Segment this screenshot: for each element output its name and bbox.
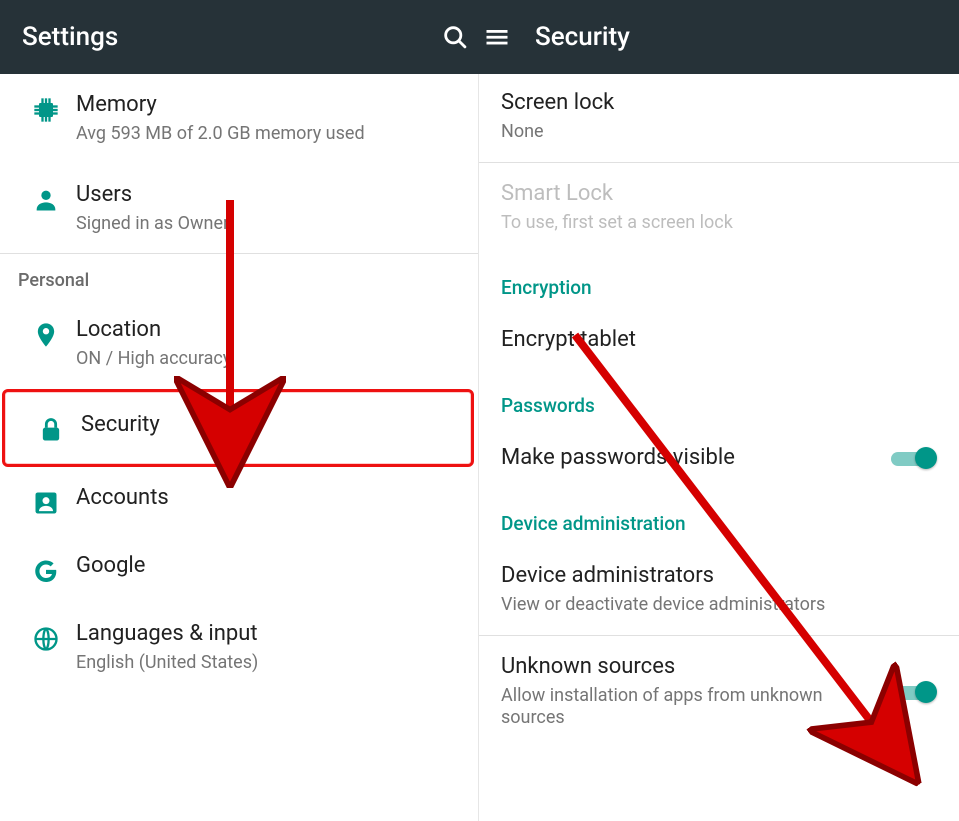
item-subtitle: Avg 593 MB of 2.0 GB memory used bbox=[76, 123, 365, 146]
security-item-unknown-sources[interactable]: Unknown sources Allow installation of ap… bbox=[479, 636, 959, 748]
item-title: Make passwords visible bbox=[501, 445, 939, 470]
appbar-title-security: Security bbox=[535, 22, 630, 52]
item-subtitle: To use, first set a screen lock bbox=[501, 212, 939, 235]
item-title: Languages & input bbox=[76, 621, 258, 646]
security-pane: Screen lock None Smart Lock To use, firs… bbox=[479, 74, 959, 821]
item-subtitle: ON / High accuracy bbox=[76, 348, 231, 371]
item-title: Screen lock bbox=[501, 90, 939, 115]
item-title: Encrypt tablet bbox=[501, 327, 939, 352]
user-icon bbox=[20, 182, 72, 214]
section-header-personal: Personal bbox=[0, 254, 478, 299]
item-title: Memory bbox=[76, 92, 365, 117]
appbar: Settings Security bbox=[0, 0, 959, 74]
item-title: Users bbox=[76, 182, 229, 207]
item-title: Accounts bbox=[76, 485, 169, 510]
toggle-make-passwords-visible[interactable] bbox=[891, 447, 935, 469]
toggle-unknown-sources[interactable] bbox=[891, 681, 935, 703]
appbar-title-settings: Settings bbox=[22, 22, 118, 52]
settings-item-location[interactable]: Location ON / High accuracy bbox=[0, 299, 478, 389]
settings-item-languages[interactable]: Languages & input English (United States… bbox=[0, 603, 478, 693]
section-header-device-administration: Device administration bbox=[479, 488, 959, 545]
item-subtitle: Allow installation of apps from unknown … bbox=[501, 685, 831, 730]
search-icon[interactable] bbox=[441, 23, 469, 51]
settings-item-security[interactable]: Security bbox=[5, 392, 471, 464]
hamburger-icon[interactable] bbox=[483, 23, 511, 51]
settings-item-users[interactable]: Users Signed in as Owner bbox=[0, 164, 478, 254]
memory-icon bbox=[20, 92, 72, 124]
item-subtitle: English (United States) bbox=[76, 652, 258, 675]
annotation-highlight-security: Security bbox=[2, 389, 474, 467]
item-title: Security bbox=[81, 412, 160, 437]
appbar-actions bbox=[441, 23, 469, 51]
account-box-icon bbox=[20, 485, 72, 517]
item-subtitle: Signed in as Owner bbox=[76, 213, 229, 236]
section-header-encryption: Encryption bbox=[479, 252, 959, 309]
item-title: Location bbox=[76, 317, 231, 342]
globe-icon bbox=[20, 621, 72, 653]
item-title: Unknown sources bbox=[501, 654, 939, 679]
item-subtitle: View or deactivate device administrators bbox=[501, 594, 939, 617]
item-subtitle: None bbox=[501, 121, 939, 144]
settings-item-memory[interactable]: Memory Avg 593 MB of 2.0 GB memory used bbox=[0, 74, 478, 164]
section-header-passwords: Passwords bbox=[479, 370, 959, 427]
settings-pane: Memory Avg 593 MB of 2.0 GB memory used … bbox=[0, 74, 479, 821]
lock-icon bbox=[25, 412, 77, 444]
security-item-screen-lock[interactable]: Screen lock None bbox=[479, 74, 959, 162]
item-title: Device administrators bbox=[501, 563, 939, 588]
appbar-left: Settings bbox=[0, 0, 479, 74]
settings-item-google[interactable]: Google bbox=[0, 535, 478, 603]
settings-item-accounts[interactable]: Accounts bbox=[0, 467, 478, 535]
security-item-make-passwords-visible[interactable]: Make passwords visible bbox=[479, 427, 959, 488]
security-item-device-administrators[interactable]: Device administrators View or deactivate… bbox=[479, 545, 959, 635]
item-title: Google bbox=[76, 553, 145, 578]
item-title: Smart Lock bbox=[501, 181, 939, 206]
security-item-smart-lock: Smart Lock To use, first set a screen lo… bbox=[479, 163, 959, 253]
security-item-encrypt-tablet[interactable]: Encrypt tablet bbox=[479, 309, 959, 370]
location-icon bbox=[20, 317, 72, 349]
google-icon bbox=[20, 553, 72, 585]
appbar-right: Security bbox=[479, 0, 959, 74]
